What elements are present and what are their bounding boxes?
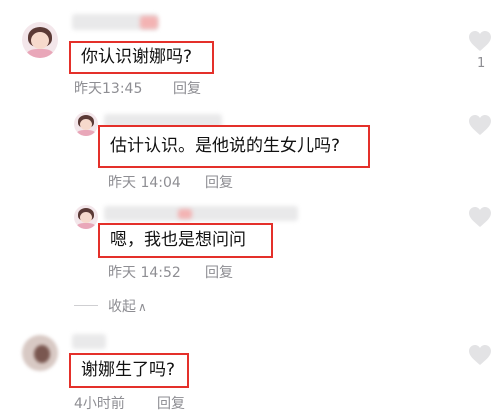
collapse-divider [74,305,98,306]
comment-time: 昨天 14:52 [108,265,181,281]
comment-text: 嗯，我也是想问问 [98,223,273,258]
reply-button[interactable]: 回复 [173,78,201,98]
comment-time: 昨天13:45 [74,81,143,97]
username-blurred [72,334,106,349]
avatar[interactable] [74,112,98,136]
collapse-button[interactable]: 收起 ∧ [108,296,147,316]
username-blurred-badge [178,209,192,219]
avatar[interactable] [22,335,58,371]
comment-text: 谢娜生了吗? [69,353,189,388]
reply-button[interactable]: 回复 [205,172,233,192]
comment-text: 你认识谢娜吗? [69,41,214,74]
comment-time: 4小时前 [74,396,125,412]
reply-button[interactable]: 回复 [157,393,185,413]
avatar[interactable] [22,22,58,58]
username-blurred [104,206,298,221]
heart-outline-icon[interactable] [468,344,492,366]
like-count: 1 [477,56,486,71]
reply-button[interactable]: 回复 [205,262,233,282]
username-blurred-badge [140,16,158,29]
heart-outline-icon[interactable] [468,30,492,52]
heart-outline-icon[interactable] [468,114,492,136]
comment-text: 估计认识。是他说的生女儿吗? [98,125,370,168]
collapse-label: 收起 [108,299,136,315]
comment-time: 昨天 14:04 [108,175,181,191]
avatar[interactable] [74,205,98,229]
heart-outline-icon[interactable] [468,206,492,228]
chevron-up-icon: ∧ [138,300,147,314]
